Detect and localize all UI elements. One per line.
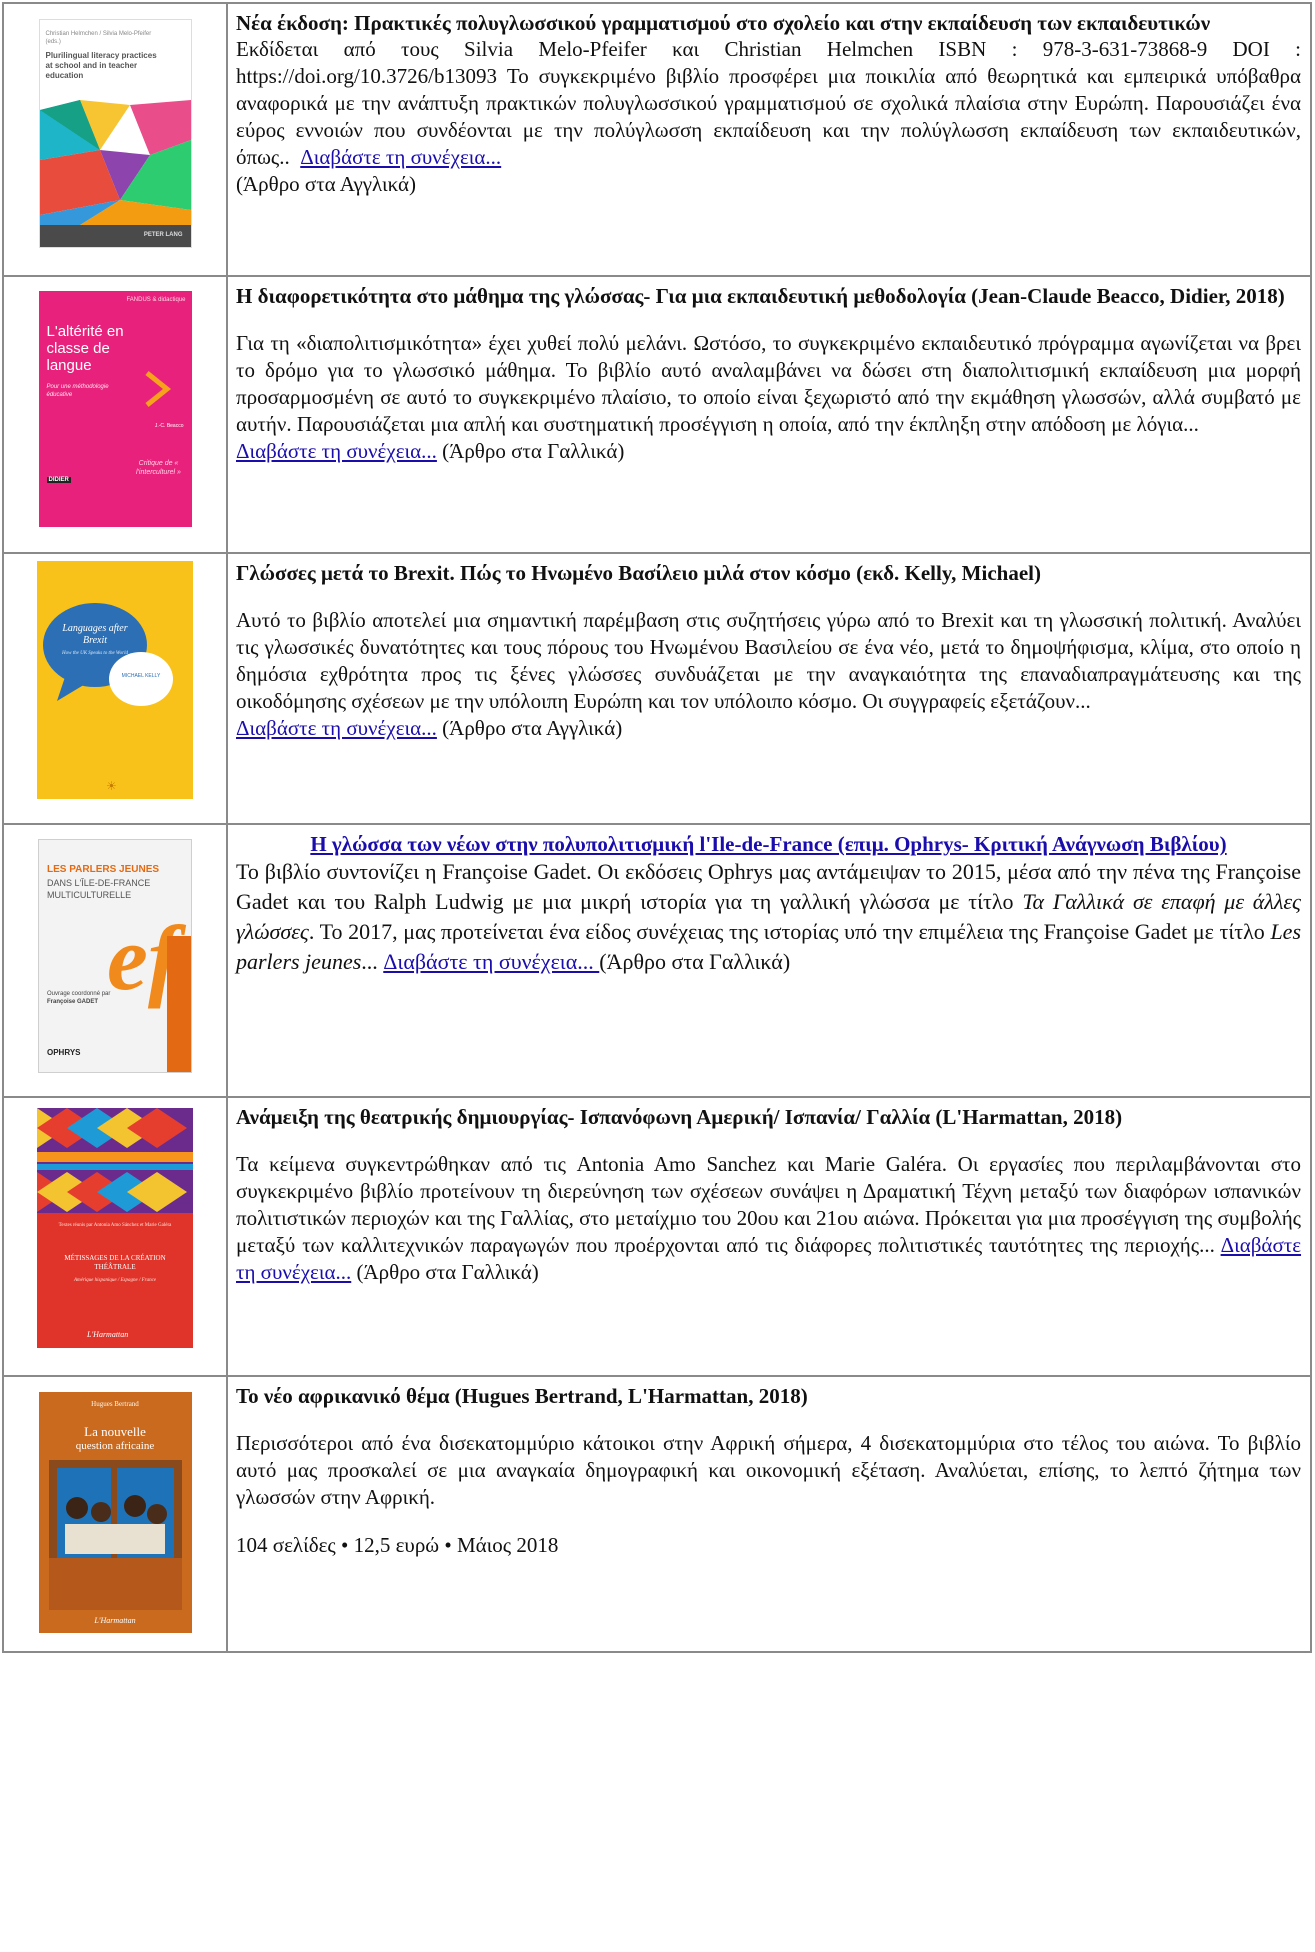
cover-title-line2: DANS L'ÎLE-DE-FRANCE (47, 878, 151, 888)
book-row: Christian Helmchen / Silvia Melo-Pfeifer… (2, 2, 1312, 277)
book-text-cell: Νέα έκδοση: Πρακτικές πολυγλωσσικού γραμ… (226, 2, 1312, 277)
book-title: Το νέο αφρικανικό θέμα (Hugues Bertrand,… (236, 1384, 808, 1408)
cover-subtitle: Pour une méthodologie éducative (46, 384, 109, 398)
book-description: Αυτό το βιβλίο αποτελεί μια σημαντική πα… (236, 608, 1301, 740)
book-title-link[interactable]: Η γλώσσα των νέων στην πολυπολιτισμική l… (310, 832, 1226, 856)
cover-title-line2: question africaine (75, 1440, 155, 1452)
book-text-cell: Γλώσσες μετά το Brexit. Πώς το Ηνωμένο Β… (226, 552, 1312, 825)
book-cover-image: Languages after Brexit How the UK Speaks… (37, 561, 193, 799)
cover-chevron (144, 371, 171, 407)
book-cover-image: FANDUS & didactique L'altérité en classe… (38, 291, 192, 527)
cover-artwork (39, 100, 191, 225)
book-listing-table: Christian Helmchen / Silvia Melo-Pfeifer… (2, 2, 1312, 1653)
cover-series: FANDUS & didactique (126, 297, 186, 303)
cover-author: Hugues Bertrand (91, 1400, 139, 1408)
book-row: FANDUS & didactique L'altérité en classe… (2, 275, 1312, 554)
book-title: Η γλώσσα των νέων στην πολυπολιτισμική l… (236, 831, 1301, 857)
book-title: Ανάμειξη της θεατρικής δημιουργίας- Ισπα… (236, 1105, 1123, 1129)
cover-author: J.-C. Beacco (154, 423, 184, 429)
cover-textile-pattern (37, 1108, 193, 1213)
cover-editors: Textes réunis par Antonia Amo Sánchez et… (58, 1223, 172, 1228)
cover-publisher: L'Harmattan (87, 1330, 129, 1339)
book-title: Γλώσσες μετά το Brexit. Πώς το Ηνωμένο Β… (236, 561, 1041, 585)
cover-spine (167, 936, 191, 1072)
cover-publisher: OPHRYS (47, 1048, 81, 1057)
book-row: Languages after Brexit How the UK Speaks… (2, 552, 1312, 825)
cover-title: MÉTISSAGES DE LA CRÉATION THÉÂTRALE (64, 1254, 166, 1271)
book-cover-image: Christian Helmchen / Silvia Melo-Pfeifer… (38, 19, 192, 248)
book-text-cell: Η διαφορετικότητα στο μάθημα της γλώσσας… (226, 275, 1312, 554)
sun-icon: ☀ (106, 779, 117, 793)
book-title: Η διαφορετικότητα στο μάθημα της γλώσσας… (236, 284, 1285, 308)
book-text-cell: Η γλώσσα των νέων στην πολυπολιτισμική l… (226, 823, 1312, 1098)
cover-publisher: L'Harmattan (94, 1616, 136, 1625)
book-cover-cell: FANDUS & didactique L'altérité en classe… (2, 275, 228, 554)
cover-publisher: PETER LANG (143, 232, 183, 238)
cover-coordination: Ouvrage coordonné par Françoise GADET (47, 991, 111, 1005)
cover-critique: Critique de « l'interculturel » (136, 460, 181, 476)
book-cover-image: Textes réunis par Antonia Amo Sánchez et… (37, 1108, 193, 1348)
book-text-cell: Ανάμειξη της θεατρικής δημιουργίας- Ισπα… (226, 1096, 1312, 1377)
read-more-link[interactable]: Διαβάστε τη συνέχεια... (236, 439, 437, 463)
book-description: Το βιβλίο συντονίζει η Françoise Gadet. … (236, 859, 1301, 974)
book-row: Hugues Bertrand La nouvelle question afr… (2, 1375, 1312, 1653)
book-cover-cell: Textes réunis par Antonia Amo Sánchez et… (2, 1096, 228, 1377)
book-description: Τα κείμενα συγκεντρώθηκαν από τις Antoni… (236, 1152, 1302, 1284)
cover-title: Languages after Brexit (62, 623, 128, 646)
cover-title: Plurilingual literacy practices at schoo… (45, 51, 157, 80)
cover-title-line1: LES PARLERS JEUNES (47, 864, 160, 875)
cover-publisher: DIDIER (46, 477, 71, 483)
cover-title-line1: La nouvelle (84, 1424, 146, 1439)
cover-subtitle: Amérique hispanique / Espagne / France (73, 1278, 157, 1283)
language-note: (Άρθρο στα Γαλλικά) (351, 1260, 539, 1284)
cover-publisher-band: PETER LANG (39, 225, 191, 247)
book-cover-cell: Christian Helmchen / Silvia Melo-Pfeifer… (2, 2, 228, 277)
book-description: Εκδίδεται από τους Silvia Melo-Pfeifer κ… (236, 37, 1301, 196)
cover-photo (48, 1460, 182, 1610)
cover-editors: Christian Helmchen / Silvia Melo-Pfeifer… (45, 31, 152, 45)
book-text-cell: Το νέο αφρικανικό θέμα (Hugues Bertrand,… (226, 1375, 1312, 1653)
book-cover-image: Hugues Bertrand La nouvelle question afr… (38, 1392, 192, 1633)
language-note: (Άρθρο στα Αγγλικά) (436, 716, 623, 740)
cover-title: L'altérité en classe de langue (46, 323, 124, 374)
book-row: LES PARLERS JEUNES DANS L'ÎLE-DE-FRANCE … (2, 823, 1312, 1098)
read-more-link[interactable]: Διαβάστε τη συνέχεια... (236, 716, 437, 740)
book-cover-image: LES PARLERS JEUNES DANS L'ÎLE-DE-FRANCE … (38, 839, 192, 1073)
book-meta: 104 σελίδες • 12,5 ευρώ • Μάιος 2018 (236, 1533, 559, 1557)
book-title: Νέα έκδοση: Πρακτικές πολυγλωσσικού γραμ… (236, 11, 1211, 35)
language-note: (Άρθρο στα Αγγλικά) (236, 172, 417, 196)
book-description: Περισσότεροι από ένα δισεκατομμύριο κάτο… (236, 1431, 1301, 1509)
book-description: Για τη «διαπολιτισμικότητα» έχει χυθεί π… (236, 331, 1301, 463)
language-note: (Άρθρο στα Γαλλικά) (436, 439, 625, 463)
book-cover-cell: Hugues Bertrand La nouvelle question afr… (2, 1375, 228, 1653)
book-row: Textes réunis par Antonia Amo Sánchez et… (2, 1096, 1312, 1377)
read-more-link[interactable]: Διαβάστε τη συνέχεια... (300, 145, 501, 169)
language-note: (Άρθρο στα Γαλλικά) (599, 949, 791, 974)
cover-author: MICHAEL KELLY (121, 673, 161, 679)
cover-title-line3: MULTICULTURELLE (47, 890, 132, 900)
read-more-link[interactable]: Διαβάστε τη συνέχεια... (383, 949, 599, 974)
book-cover-cell: Languages after Brexit How the UK Speaks… (2, 552, 228, 825)
book-cover-cell: LES PARLERS JEUNES DANS L'ÎLE-DE-FRANCE … (2, 823, 228, 1098)
cover-subtitle: How the UK Speaks to the World (62, 651, 128, 656)
